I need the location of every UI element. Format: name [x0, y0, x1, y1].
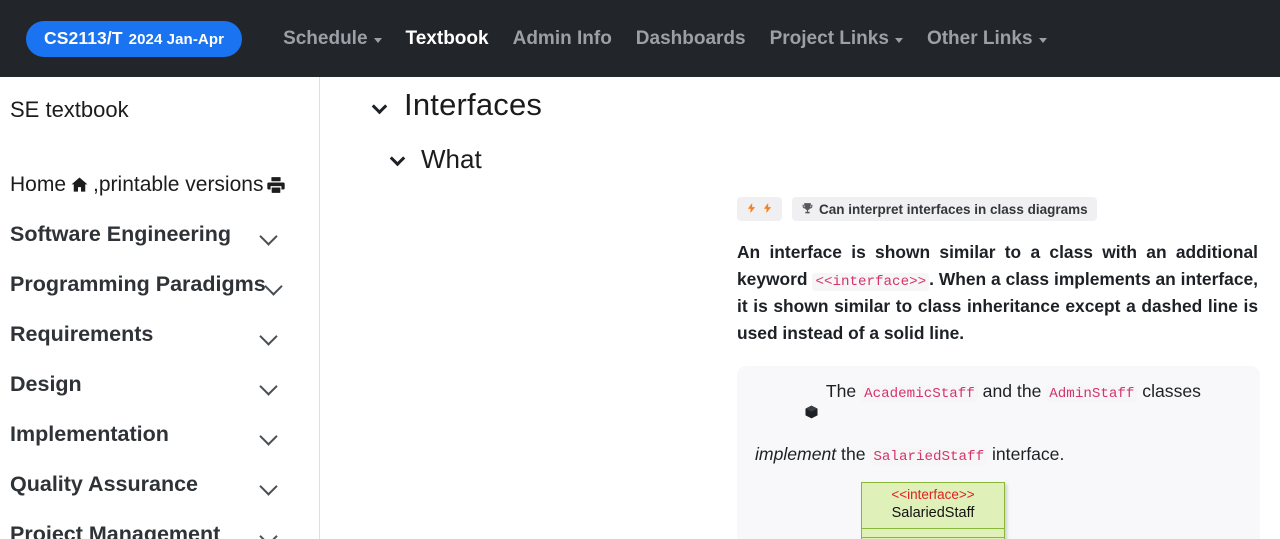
inline-code-adminstaff: AdminStaff: [1046, 384, 1138, 403]
sidebar-item-label: Programming Paradigms: [10, 272, 266, 296]
example-t2: and the: [977, 380, 1047, 401]
subsection-title: What: [421, 144, 482, 174]
home-icon: [69, 175, 90, 195]
uml-header: <<interface>> SalariedStaff: [862, 483, 1004, 529]
sidebar-item-programming-paradigms[interactable]: Programming Paradigms: [8, 272, 299, 297]
nav-item-label: Admin Info: [512, 27, 612, 49]
difficulty-badge: [737, 197, 782, 221]
trophy-icon: [801, 202, 814, 217]
sidebar-item-implementation[interactable]: Implementation: [8, 422, 299, 447]
uml-class-name: SalariedStaff: [891, 504, 975, 521]
home-link[interactable]: Home: [10, 173, 66, 197]
sidebar-item-label: Implementation: [10, 422, 169, 446]
sidebar-item-label: Design: [10, 372, 82, 396]
sidebar-item-label: Software Engineering: [10, 222, 232, 246]
chevron-down-icon: [373, 38, 382, 43]
nav-item-dashboards[interactable]: Dashboards: [636, 28, 746, 50]
nav-item-label: Dashboards: [635, 27, 746, 49]
chevron-down-icon: [261, 230, 277, 240]
example-callout: The AcademicStaff and the AdminStaff cla…: [737, 365, 1260, 539]
uml-class-diagram: <<interface>> SalariedStaff setSalary(in…: [755, 481, 1242, 539]
printable-versions-link[interactable]: printable versions: [99, 173, 264, 197]
nav-item-label: Textbook: [405, 27, 489, 49]
chevron-down-icon: [261, 530, 277, 539]
main-content: Interfaces What Can interpret interfaces…: [320, 77, 1280, 539]
inline-code-salariedstaff: SalariedStaff: [870, 447, 988, 466]
learning-outcome-text: Can interpret interfaces in class diagra…: [819, 201, 1088, 217]
chevron-down-icon: [261, 330, 277, 340]
example-t5: interface.: [987, 443, 1065, 464]
sidebar-item-design[interactable]: Design: [8, 372, 299, 397]
chevron-down-icon[interactable]: [374, 101, 387, 110]
example-t1: The: [825, 380, 862, 401]
learning-outcome-badge: Can interpret interfaces in class diagra…: [792, 197, 1097, 221]
brand-term: 2024 Jan-Apr: [128, 30, 225, 48]
top-navbar: CS2113/T 2024 Jan-Apr Schedule Textbook …: [0, 0, 1280, 77]
chevron-down-icon: [266, 280, 282, 290]
nav-item-project-links[interactable]: Project Links: [770, 28, 903, 50]
chevron-down-icon: [261, 380, 277, 390]
badge-row: Can interpret interfaces in class diagra…: [320, 197, 1280, 221]
example-t4: the: [836, 443, 871, 464]
inline-code-academicstaff: AcademicStaff: [861, 384, 978, 403]
sidebar-item-project-management[interactable]: Project Management: [8, 522, 299, 539]
sidebar: SE textbook Home , printable versions So…: [0, 77, 320, 539]
nav-item-textbook[interactable]: Textbook: [406, 28, 489, 50]
lightning-bolt-icon: [746, 201, 757, 217]
nav-item-label: Schedule: [283, 27, 368, 49]
nav-item-label: Other Links: [926, 27, 1033, 49]
sidebar-item-label: Requirements: [10, 322, 154, 346]
sidebar-home-row: Home , printable versions: [8, 173, 299, 197]
uml-attributes-compartment: [862, 529, 1004, 538]
brand-course-code: CS2113/T: [44, 27, 123, 48]
section-heading-interfaces[interactable]: Interfaces: [320, 87, 1280, 123]
section-heading-what[interactable]: What: [320, 144, 1280, 175]
sidebar-item-software-engineering[interactable]: Software Engineering: [8, 222, 299, 247]
site-title: SE textbook: [10, 97, 129, 122]
nav-item-other-links[interactable]: Other Links: [927, 28, 1047, 50]
nav-item-admin-info[interactable]: Admin Info: [513, 28, 612, 50]
sidebar-item-label: Project Management: [10, 522, 221, 539]
inline-code-interface-keyword: <<interface>>: [812, 272, 930, 291]
page-title: Interfaces: [404, 87, 543, 122]
nav-item-schedule[interactable]: Schedule: [283, 27, 382, 50]
example-emphasis: implement: [755, 443, 837, 464]
uml-interface-box: <<interface>> SalariedStaff setSalary(in…: [861, 481, 1005, 539]
chevron-down-icon: [261, 480, 277, 490]
lightning-bolt-icon: [762, 201, 773, 217]
sidebar-item-requirements[interactable]: Requirements: [8, 322, 299, 347]
page-body: SE textbook Home , printable versions So…: [0, 77, 1280, 539]
body-paragraph: An interface is shown similar to a class…: [320, 239, 1280, 347]
nav-links: Schedule Textbook Admin Info Dashboards …: [283, 27, 1047, 50]
example-text: The AcademicStaff and the AdminStaff cla…: [755, 381, 1242, 466]
uml-stereotype: <<interface>>: [891, 486, 975, 502]
printer-icon: [266, 175, 286, 195]
brand-badge[interactable]: CS2113/T 2024 Jan-Apr: [26, 20, 243, 57]
nav-item-label: Project Links: [769, 27, 889, 49]
sidebar-item-label: Quality Assurance: [10, 472, 198, 496]
chevron-down-icon[interactable]: [392, 153, 405, 162]
sidebar-item-quality-assurance[interactable]: Quality Assurance: [8, 472, 299, 497]
cube-icon: [755, 383, 819, 446]
chevron-down-icon: [261, 430, 277, 440]
chevron-down-icon: [894, 38, 903, 43]
chevron-down-icon: [1038, 38, 1047, 43]
example-t3: classes: [1137, 380, 1206, 401]
